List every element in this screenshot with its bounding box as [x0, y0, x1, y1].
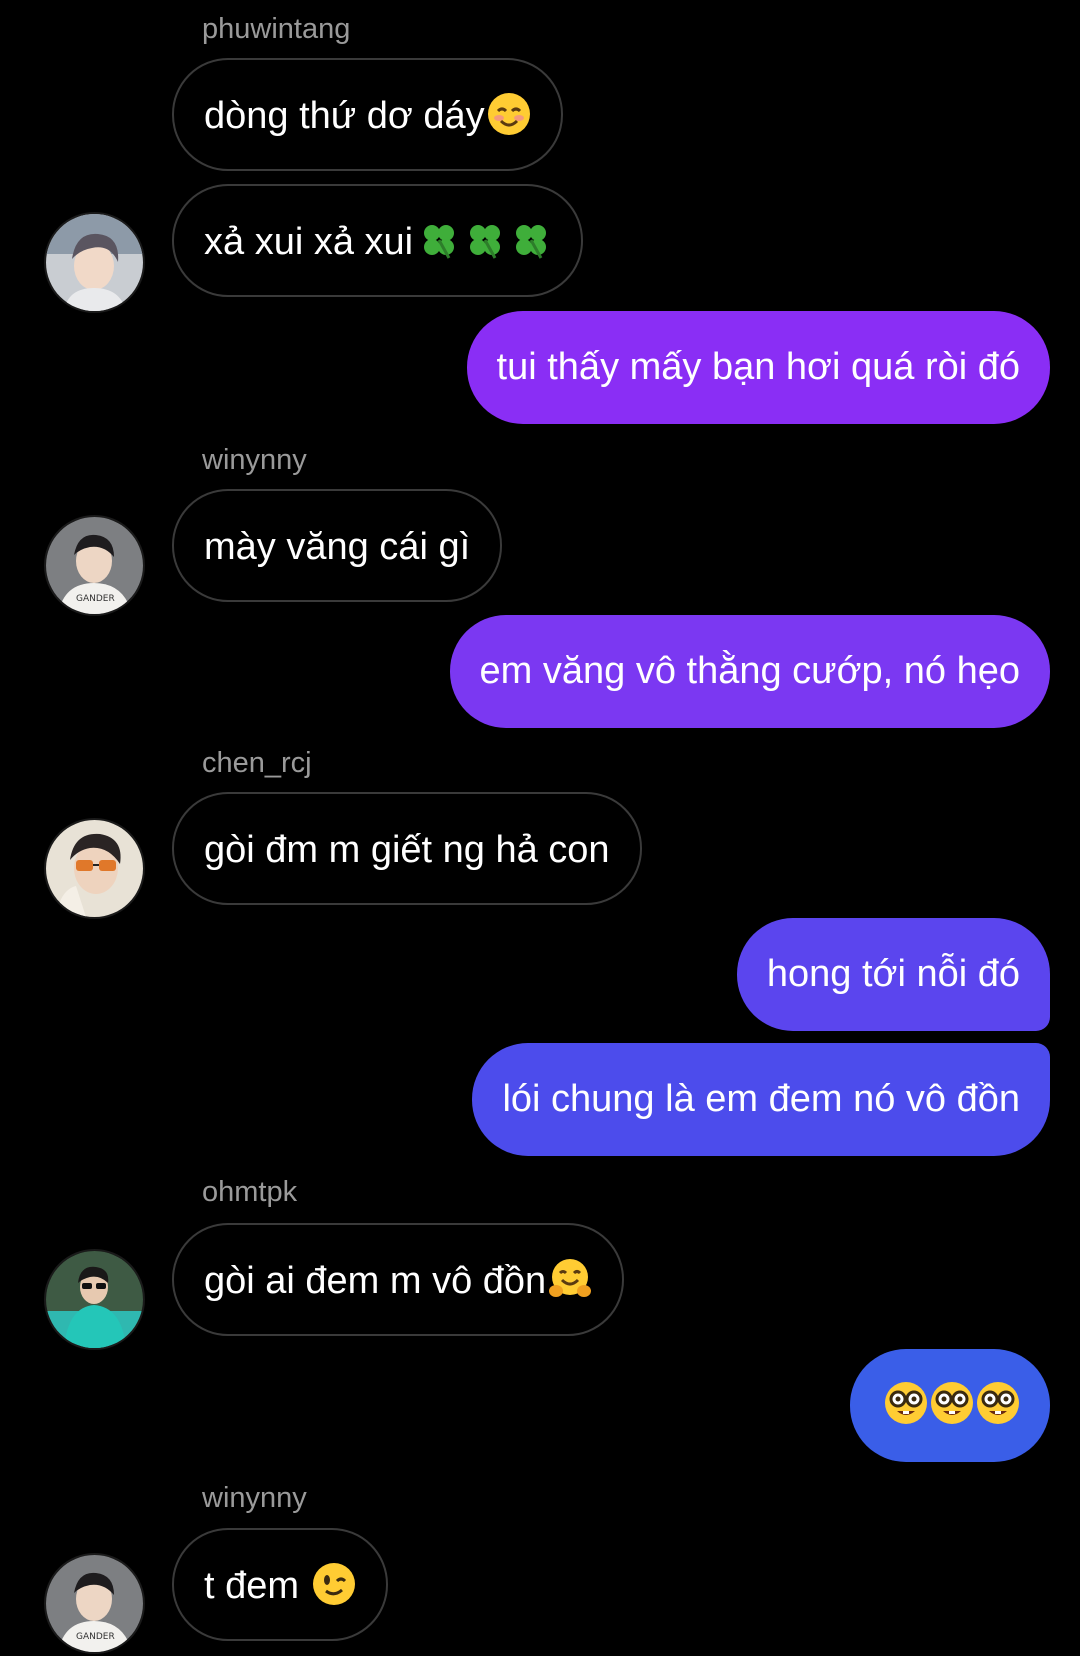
message-bubble-received[interactable]: gòi đm m giết ng hả con	[172, 792, 642, 905]
sender-name: chen_rcj	[202, 747, 312, 779]
message-text: mày văng cái gì	[204, 526, 471, 568]
message-bubble-received[interactable]: gòi ai đem m vô đồn	[172, 1223, 625, 1336]
message-text: t đem	[204, 1565, 310, 1607]
svg-text:GANDER: GANDER	[76, 1632, 115, 1642]
message-bubble-received[interactable]: mày văng cái gì	[172, 489, 503, 602]
message-bubble-sent[interactable]: tui thấy mấy bạn hơi quá ròi đó	[466, 311, 1050, 424]
message-text: dòng thứ dơ dáy	[204, 95, 485, 137]
four-leaf-clover-icon	[511, 220, 551, 260]
message-bubble-sent[interactable]: hong tới nỗi đó	[736, 918, 1050, 1031]
message-bubble-sent[interactable]	[850, 1349, 1050, 1462]
message-text: tui thấy mấy bạn hơi quá ròi đó	[496, 346, 1020, 388]
message-bubble-sent[interactable]: em văng vô thằng cướp, nó hẹo	[449, 615, 1050, 728]
message-bubble-sent[interactable]: lói chung là em đem nó vô đồn	[472, 1043, 1050, 1156]
avatar[interactable]: GANDER	[44, 515, 145, 616]
nerd-face-emoji-icon	[930, 1381, 974, 1425]
sender-name: phuwintang	[202, 13, 351, 45]
sender-name: winynny	[202, 1482, 307, 1514]
winking-face-emoji-icon	[312, 1562, 356, 1606]
message-text: gòi đm m giết ng hả con	[204, 829, 610, 871]
nerd-face-emoji-icon	[976, 1381, 1020, 1425]
avatar[interactable]	[44, 818, 145, 919]
avatar[interactable]	[44, 212, 145, 313]
sender-name: ohmtpk	[202, 1176, 298, 1208]
four-leaf-clover-icon	[419, 220, 459, 260]
four-leaf-clover-icon	[465, 220, 505, 260]
nerd-face-emoji-icon	[884, 1381, 928, 1425]
message-bubble-received[interactable]: xả xui xả xui	[172, 184, 584, 297]
sender-name: winynny	[202, 444, 307, 476]
message-text: gòi ai đem m vô đồn	[204, 1260, 547, 1302]
message-text: xả xui xả xui	[204, 221, 414, 263]
message-bubble-received[interactable]: t đem	[172, 1528, 388, 1641]
message-text: em văng vô thằng cướp, nó hẹo	[479, 650, 1020, 692]
message-text: hong tới nỗi đó	[766, 953, 1020, 995]
avatar[interactable]: GANDER	[44, 1553, 145, 1654]
message-text: lói chung là em đem nó vô đồn	[502, 1078, 1020, 1120]
message-bubble-received[interactable]: dòng thứ dơ dáy	[172, 58, 563, 171]
smiling-blush-emoji-icon	[487, 92, 531, 136]
svg-text:GANDER: GANDER	[76, 594, 115, 604]
avatar[interactable]	[44, 1249, 145, 1350]
hugging-face-emoji-icon	[548, 1257, 592, 1301]
